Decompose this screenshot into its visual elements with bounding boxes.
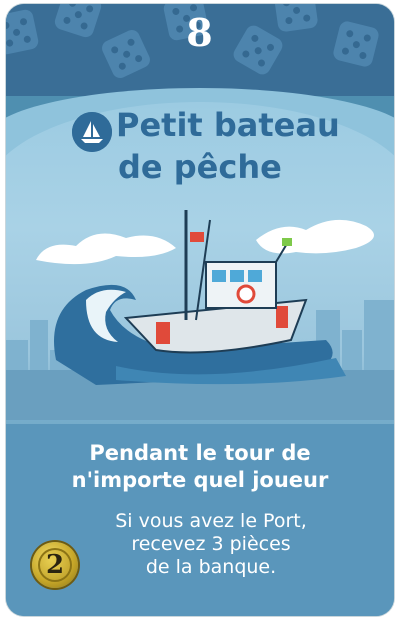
effect-line-3: de la banque. bbox=[145, 556, 277, 578]
activation-line-1: Pendant le tour de bbox=[89, 441, 311, 465]
boat-icon bbox=[72, 112, 112, 152]
card-title-line-2: de pêche bbox=[118, 148, 282, 186]
effect-text: Si vous avez le Port, recevez 3 pièces d… bbox=[46, 510, 376, 579]
card-title-line-1: Petit bateau bbox=[116, 106, 340, 144]
effect-line-1: Si vous avez le Port, bbox=[115, 510, 307, 532]
effect-line-2: recevez 3 pièces bbox=[131, 533, 291, 555]
card-cost: 8 bbox=[186, 10, 214, 55]
game-card[interactable]: 8 Petit bateau de pêche Pendant le tour … bbox=[6, 4, 394, 616]
activation-text: Pendant le tour de n'importe quel joueur bbox=[6, 440, 394, 494]
coin-icon: 2 bbox=[32, 542, 78, 588]
fishing-boat-illustration bbox=[6, 210, 394, 420]
card-title: Petit bateau de pêche bbox=[116, 104, 386, 188]
coin-value: 2 bbox=[45, 550, 65, 580]
activation-line-2: n'importe quel joueur bbox=[71, 468, 329, 492]
